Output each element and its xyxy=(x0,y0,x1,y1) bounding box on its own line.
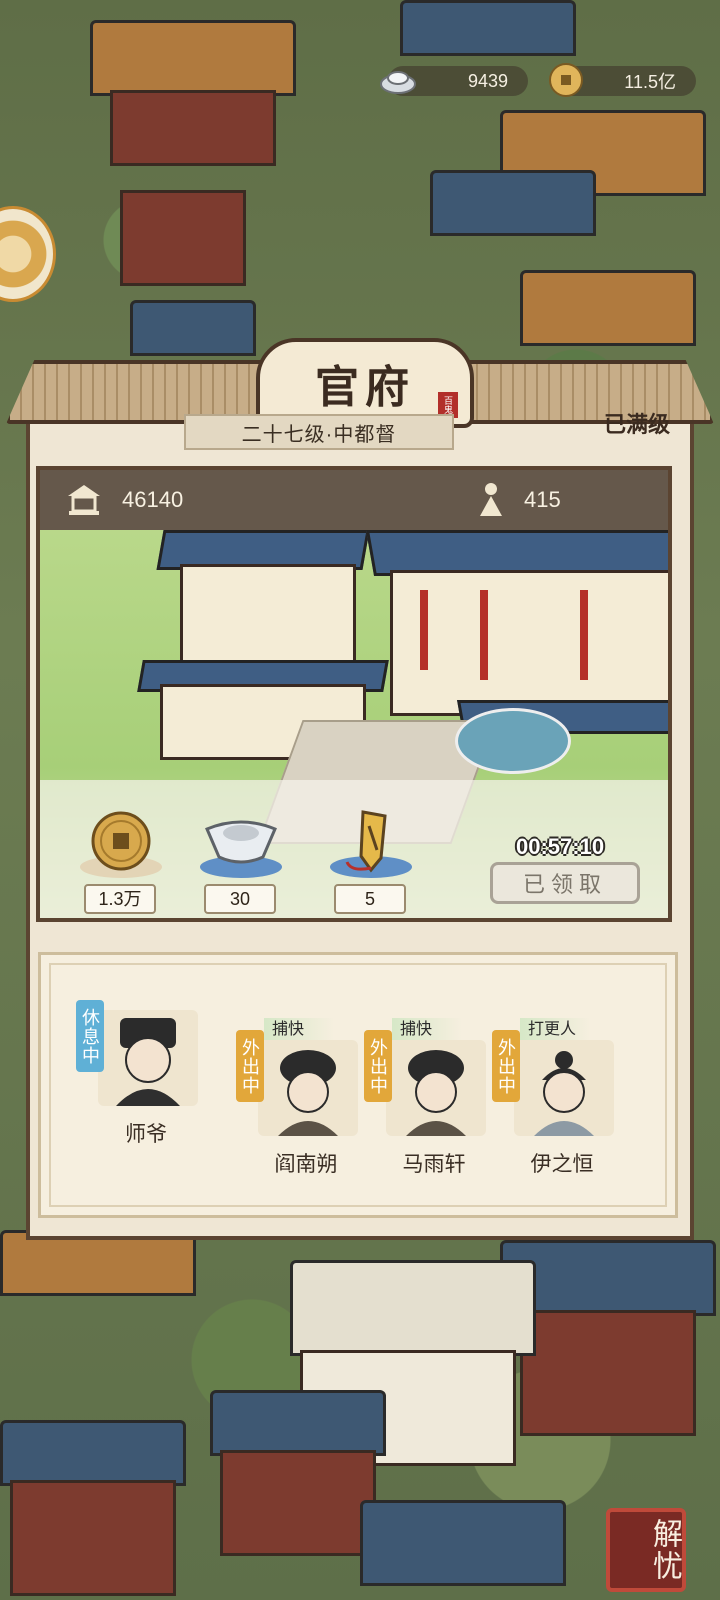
reward-token: 5 xyxy=(326,806,416,914)
advisor-avatar xyxy=(116,1018,180,1106)
soldier-icon xyxy=(480,483,502,516)
reward-coin: 1.3万 xyxy=(76,806,166,914)
reward-silver-value: 30 xyxy=(204,884,276,914)
population-stat: 46140 xyxy=(64,480,183,520)
staff-portrait xyxy=(386,1040,486,1136)
constable-avatar xyxy=(406,1050,466,1136)
coin-counter[interactable]: 11.5亿 xyxy=(549,63,696,97)
reward-token-value: 5 xyxy=(334,884,406,914)
relief-stamp-button[interactable]: 解忧 xyxy=(606,1508,686,1592)
token-order-icon xyxy=(326,806,416,876)
scene-hall-left xyxy=(180,564,356,670)
staff-card[interactable]: 捕快 外出中 马雨轩 xyxy=(364,1018,486,1180)
silver-ingot-icon xyxy=(380,71,416,94)
copper-coin-icon xyxy=(549,63,583,97)
scene-pond xyxy=(455,708,571,774)
staff-card[interactable]: 打更人 外出中 伊之恒 xyxy=(492,1018,614,1180)
reward-silver: 30 xyxy=(196,806,286,914)
scene-stats-bar: 46140 415 xyxy=(40,470,668,530)
rank-label: 二十七级·中都督 xyxy=(184,414,454,450)
population-value: 46140 xyxy=(122,487,184,512)
staff-name: 马雨轩 xyxy=(402,1153,466,1176)
pavilion-icon xyxy=(68,485,100,515)
staff-portrait xyxy=(514,1040,614,1136)
staff-name: 师爷 xyxy=(125,1123,167,1146)
staff-card[interactable]: 捕快 外出中 阎南朔 xyxy=(236,1018,358,1180)
reward-timer: 00:57:10 xyxy=(516,834,605,859)
status-away-tag: 外出中 xyxy=(364,1030,392,1102)
staff-name: 阎南朔 xyxy=(274,1153,338,1176)
silver-counter[interactable]: 9439 xyxy=(380,66,528,96)
side-event-button[interactable] xyxy=(0,206,56,302)
scene-pillar xyxy=(580,590,588,680)
watchman-avatar xyxy=(534,1051,594,1136)
coin-value: 11.5亿 xyxy=(624,72,676,92)
status-resting-tag: 休息中 xyxy=(76,1000,104,1072)
silver-ingot-icon xyxy=(196,806,286,876)
staff-portrait xyxy=(258,1040,358,1136)
military-value: 415 xyxy=(524,487,561,512)
claimed-button[interactable]: 已领取 xyxy=(490,862,640,904)
staff-card[interactable]: 休息中 师爷 xyxy=(76,1000,198,1150)
scene-hall-right xyxy=(390,570,668,716)
max-level-badge: 已满级 xyxy=(596,400,678,446)
staff-portrait xyxy=(98,1010,198,1106)
military-stat: 415 xyxy=(476,480,561,520)
constable-avatar xyxy=(278,1050,338,1136)
staff-role: 捕快 xyxy=(264,1018,334,1042)
reward-coin-value: 1.3万 xyxy=(84,884,156,914)
scene-pillar xyxy=(420,590,428,670)
status-away-tag: 外出中 xyxy=(492,1030,520,1102)
staff-role: 打更人 xyxy=(520,1018,590,1042)
status-away-tag: 外出中 xyxy=(236,1030,264,1102)
staff-name: 伊之恒 xyxy=(530,1153,594,1176)
panel-title: 官府 xyxy=(315,362,415,413)
copper-coin-icon xyxy=(76,806,166,876)
silver-value: 9439 xyxy=(467,70,508,91)
staff-role: 捕快 xyxy=(392,1018,462,1042)
scene-pillar xyxy=(480,590,488,680)
